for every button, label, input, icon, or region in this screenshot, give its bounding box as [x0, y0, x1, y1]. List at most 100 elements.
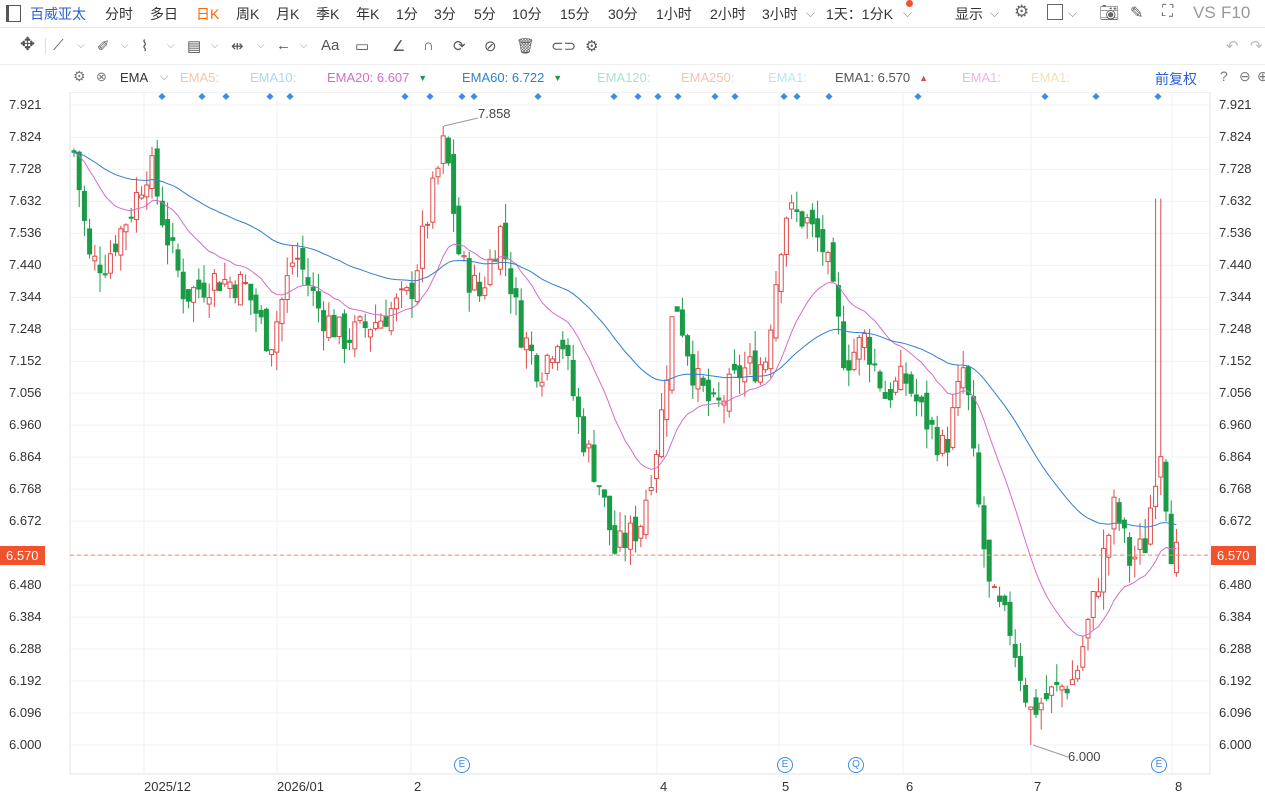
period-tab[interactable]: 周K — [236, 4, 259, 22]
draw-settings-gear-icon[interactable]: ⚙ — [585, 37, 598, 55]
ema-legend-item: EMA1: — [962, 70, 1002, 85]
pencil-icon[interactable]: ✎ — [1130, 3, 1143, 22]
hide-icon[interactable]: ⊘ — [484, 37, 497, 55]
event-diamond-icon — [222, 92, 230, 101]
move-cross-icon[interactable]: ✥ — [20, 34, 35, 55]
adjust-mode[interactable]: 前复权 — [1155, 69, 1197, 89]
earnings-marker[interactable]: E — [777, 757, 793, 773]
period-chevron-down-icon[interactable]: ⌵ — [806, 6, 815, 24]
range-select[interactable]: 1天：1分K — [826, 4, 893, 22]
candle-body — [409, 282, 415, 300]
period-tab[interactable]: 3分 — [434, 4, 456, 22]
trash-icon[interactable]: 🗑︎ — [516, 37, 535, 55]
down-arrow-icon: ▼ — [418, 73, 428, 83]
undo-icon[interactable]: ↶ — [1226, 37, 1239, 55]
display-menu[interactable]: 显示 — [955, 4, 983, 22]
y-tick-label: 6.000 — [1219, 737, 1252, 752]
panel-toggle-icon[interactable] — [6, 5, 21, 22]
candle-body — [425, 223, 431, 226]
kline-chart[interactable] — [0, 92, 1265, 792]
period-tab[interactable]: 分时 — [105, 4, 133, 22]
candle-body — [778, 254, 784, 293]
y-tick-label: 6.192 — [1219, 673, 1252, 689]
settings-gear-icon[interactable]: ⚙ — [1014, 2, 1029, 21]
period-tab[interactable]: 月K — [276, 4, 299, 22]
fib-chevron-down-icon[interactable]: ⌵ — [211, 40, 219, 51]
ema-legend-item: EMA20: 6.607 — [327, 70, 410, 85]
candle-body — [399, 288, 405, 291]
candle-body — [321, 310, 327, 332]
minimize-icon[interactable]: ⊖ — [1239, 68, 1251, 85]
line-chevron-down-icon[interactable]: ⌵ — [77, 40, 85, 51]
y-tick-label: 7.152 — [1219, 353, 1252, 369]
candle-body — [929, 419, 935, 425]
wave-tool-icon[interactable]: ⌇ — [141, 37, 148, 55]
measure-chevron-down-icon[interactable]: ⌵ — [257, 40, 265, 51]
text-tool-icon[interactable]: Aa — [321, 37, 339, 54]
event-diamond-icon — [914, 92, 922, 101]
period-tab[interactable]: 季K — [316, 4, 339, 22]
indicator-chevron-down-icon[interactable]: ⌵ — [160, 71, 168, 84]
period-tab[interactable]: 1小时 — [656, 4, 692, 22]
arrow-chevron-down-icon[interactable]: ⌵ — [300, 40, 308, 51]
indicator-name[interactable]: EMA — [120, 70, 148, 85]
candle-body — [955, 380, 961, 409]
link-icon[interactable]: ⊂⊃ — [551, 37, 576, 55]
vs-button[interactable]: VS — [1193, 3, 1216, 22]
candle-body — [690, 354, 696, 386]
redo-icon[interactable]: ↷ — [1250, 37, 1263, 55]
indicator-settings-gear-icon[interactable]: ⚙ — [73, 68, 86, 85]
candle-body — [575, 396, 581, 418]
more-icon[interactable]: ⊕ — [1257, 68, 1265, 85]
up-arrow-icon: ▲ — [919, 73, 929, 83]
layout-chevron-down-icon[interactable]: ⌵ — [1068, 6, 1077, 24]
range-chevron-down-icon[interactable]: ⌵ — [903, 6, 912, 24]
candle-body — [435, 167, 441, 178]
earnings-marker[interactable]: E — [454, 757, 470, 773]
y-tick-label: 7.632 — [1219, 193, 1252, 209]
period-tab[interactable]: 1分 — [396, 4, 418, 22]
pen-chevron-down-icon[interactable]: ⌵ — [121, 40, 129, 51]
period-tab[interactable]: 年K — [356, 4, 379, 22]
wave-chevron-down-icon[interactable]: ⌵ — [167, 40, 175, 51]
display-chevron-down-icon[interactable]: ⌵ — [990, 6, 999, 24]
candle-body — [456, 205, 462, 255]
candle-body — [269, 349, 275, 356]
period-tab[interactable]: 2小时 — [710, 4, 746, 22]
line-tool-icon[interactable]: ⟋ — [53, 37, 64, 54]
candle-body — [820, 229, 826, 253]
period-tab[interactable]: 多日 — [150, 4, 178, 22]
candle-body — [991, 586, 997, 589]
pen-tool-icon[interactable]: ✐ — [97, 37, 110, 55]
ruler-icon[interactable]: ∠ — [392, 37, 405, 55]
magnet-icon[interactable]: ∩ — [423, 37, 434, 54]
help-icon[interactable]: ? — [1220, 68, 1228, 84]
quarter-report-marker[interactable]: Q — [848, 757, 864, 773]
fib-tool-icon[interactable]: ▤ — [187, 37, 201, 55]
period-tab[interactable]: 3小时 — [762, 4, 798, 22]
earnings-marker[interactable]: E — [1151, 757, 1167, 773]
period-tab[interactable]: 10分 — [512, 4, 542, 22]
comment-tool-icon[interactable]: ▭ — [355, 37, 369, 55]
candle-body — [908, 374, 914, 394]
candle-body — [872, 363, 878, 366]
period-tab[interactable]: 5分 — [474, 4, 496, 22]
layout-icon[interactable] — [1047, 4, 1063, 20]
indicator-close-icon[interactable]: ⊗ — [96, 69, 107, 85]
stock-name[interactable]: 百威亚太 — [30, 4, 86, 22]
period-tab[interactable]: 15分 — [560, 4, 590, 22]
candle-body — [113, 243, 119, 253]
arrow-tool-icon[interactable]: ← — [276, 37, 291, 54]
candle-body — [794, 209, 800, 212]
measure-tool-icon[interactable]: ⇹ — [231, 37, 244, 55]
sync-icon[interactable]: ⟳ — [453, 37, 466, 55]
candle-body — [960, 367, 966, 389]
period-tab[interactable]: 日K — [196, 4, 219, 22]
candle-body — [404, 287, 410, 292]
candle-body — [981, 505, 987, 550]
candle-body — [1007, 601, 1013, 636]
period-tab[interactable]: 30分 — [608, 4, 638, 22]
f10-button[interactable]: F10 — [1221, 3, 1250, 22]
fullscreen-icon[interactable]: ⛶ — [1162, 3, 1173, 21]
camera-icon[interactable]: 📷︎ — [1099, 3, 1119, 22]
